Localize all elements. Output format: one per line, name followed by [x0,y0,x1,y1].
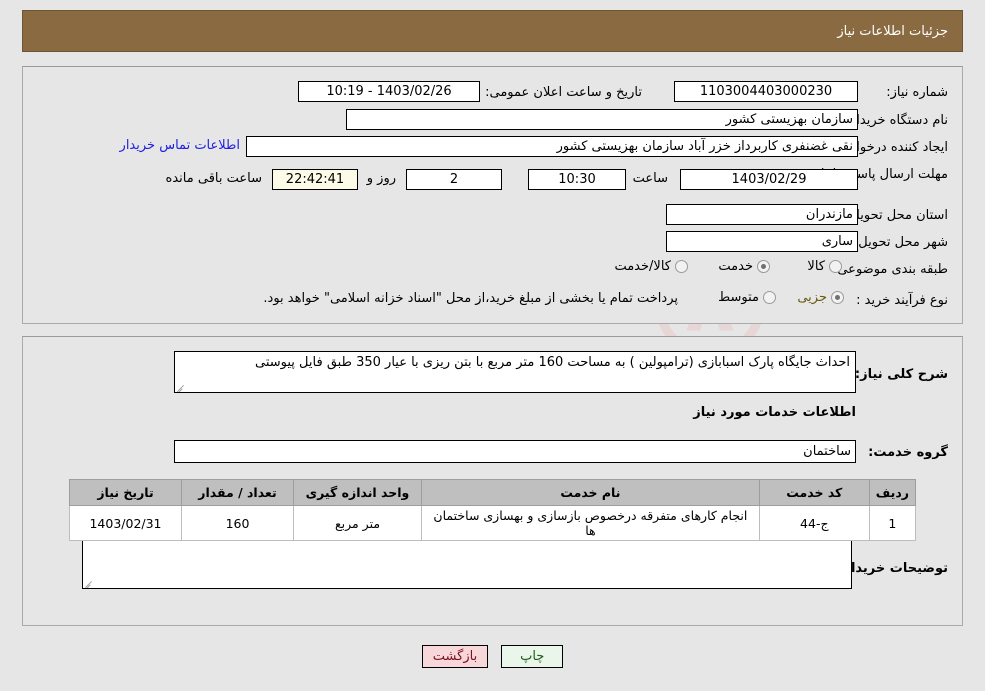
creator-field[interactable]: نقی غضنفری کاربرداز خزر آباد سازمان بهزی… [246,136,858,157]
table-row: 1 ج-44 انجام کارهای متفرقه درخصوص بازساز… [69,505,917,541]
city-field[interactable]: ساری [666,231,858,252]
notes-label: توضیحات خریدار: [838,560,948,576]
services-table: ردیف کد خدمت نام خدمت واحد اندازه گیری ت… [69,479,917,541]
province-label: استان محل تحویل: [846,207,948,223]
remaining-timer-label: ساعت باقی مانده [165,171,262,186]
process-note: پرداخت تمام یا بخشی از مبلغ خرید،از محل … [263,291,678,306]
row-service-group: گروه خدمت: [868,441,948,463]
radio-motevaset-icon[interactable] [763,291,776,304]
table-header-row: ردیف کد خدمت نام خدمت واحد اندازه گیری ت… [69,479,917,506]
row-deadline: مهلت ارسال پاسخ: تا تاریخ: [798,167,948,201]
buyer-org-label: نام دستگاه خریدار: [845,112,948,128]
deadline-hour-label: ساعت [632,171,668,186]
category-option-label-0: کالا [807,259,825,274]
radio-jozei-icon[interactable] [831,291,844,304]
remaining-days-label: روز و [366,171,396,186]
category-label: طبقه بندی موضوعی: [832,261,948,277]
row-province: استان محل تحویل: [846,204,948,226]
category-radio-kala-khedmat[interactable]: کالا/خدمت [614,259,688,274]
announce-date-label: تاریخ و ساعت اعلان عمومی: [485,84,642,100]
process-radio-motevaset[interactable]: متوسط [718,290,776,305]
services-table-wrap: ردیف کد خدمت نام خدمت واحد اندازه گیری ت… [69,479,917,541]
remaining-days-field[interactable]: 2 [406,169,502,190]
province-field[interactable]: مازندران [666,204,858,225]
page-header-bar: جزئیات اطلاعات نیاز [22,10,963,52]
deadline-hour-field[interactable]: 10:30 [528,169,626,190]
cell-qty: 160 [181,505,294,541]
remaining-timer-field: 22:42:41 [272,169,358,190]
need-number-field[interactable]: 1103004403000230 [674,81,858,102]
th-qty: تعداد / مقدار [181,479,294,506]
city-label: شهر محل تحویل: [853,234,948,250]
service-group-label: گروه خدمت: [868,444,948,460]
process-radio-jozei[interactable]: جزیی [797,290,844,305]
services-section-title: اطلاعات خدمات مورد نیاز [693,405,856,420]
page-root: AriaTender.net جزئیات اطلاعات نیاز شماره… [0,0,985,691]
radio-kala-icon[interactable] [829,260,842,273]
th-code: کد خدمت [758,479,870,506]
deadline-date-field[interactable]: 1403/02/29 [680,169,858,190]
category-option-label-2: کالا/خدمت [614,259,671,274]
need-info-panel: شماره نیاز: 1103004403000230 تاریخ و ساع… [22,66,963,324]
category-radio-kala[interactable]: کالا [807,259,842,274]
action-button-bar: بازگشت چاپ [0,645,985,668]
row-description: شرح کلی نیاز: [855,363,948,385]
page-title: جزئیات اطلاعات نیاز [837,23,948,39]
radio-khedmat-icon[interactable] [757,260,770,273]
category-radio-khedmat[interactable]: خدمت [718,259,770,274]
buyer-contact-link[interactable]: اطلاعات تماس خریدار [120,138,240,153]
th-date: تاریخ نیاز [69,479,182,506]
announce-date-field[interactable]: 1403/02/26 - 10:19 [298,81,480,102]
row-city: شهر محل تحویل: [854,231,948,253]
return-button[interactable]: بازگشت [421,645,489,668]
print-button[interactable]: چاپ [501,645,564,668]
row-need-number: شماره نیاز: [886,81,948,103]
description-label: شرح کلی نیاز: [854,366,948,382]
process-option-label-1: متوسط [718,290,759,305]
cell-name: انجام کارهای متفرقه درخصوص بازسازی و بهس… [421,505,760,541]
service-group-field[interactable]: ساختمان [174,440,856,463]
need-number-label: شماره نیاز: [886,84,948,100]
th-unit: واحد اندازه گیری [293,479,422,506]
notes-resize-grip-icon[interactable] [85,579,93,587]
row-announce-label: تاریخ و ساعت اعلان عمومی: [485,81,642,103]
radio-kala-khedmat-icon[interactable] [675,260,688,273]
cell-code: ج-44 [758,505,870,541]
th-index: ردیف [868,479,917,506]
process-option-label-0: جزیی [797,290,827,305]
description-textarea[interactable]: احداث جایگاه پارک اسبابازی (ترامپولین ) … [174,351,856,393]
category-option-label-1: خدمت [718,259,753,274]
service-details-panel: شرح کلی نیاز: احداث جایگاه پارک اسبابازی… [22,336,963,626]
row-buyer-org: نام دستگاه خریدار: [846,109,948,131]
cell-unit: متر مربع [293,505,422,541]
buyer-org-field[interactable]: سازمان بهزیستی کشور [346,109,858,130]
th-name: نام خدمت [421,479,760,506]
process-label: نوع فرآیند خرید : [856,292,948,308]
row-process: نوع فرآیند خرید : [856,289,948,311]
deadline-label: مهلت ارسال پاسخ: تا تاریخ: [798,167,948,182]
description-text: احداث جایگاه پارک اسبابازی (ترامپولین ) … [255,355,850,370]
row-notes: توضیحات خریدار: [838,557,948,579]
cell-index: 1 [868,505,917,541]
resize-grip-icon[interactable] [177,383,185,391]
cell-date: 1403/02/31 [69,505,182,541]
row-category: طبقه بندی موضوعی: [833,258,948,280]
